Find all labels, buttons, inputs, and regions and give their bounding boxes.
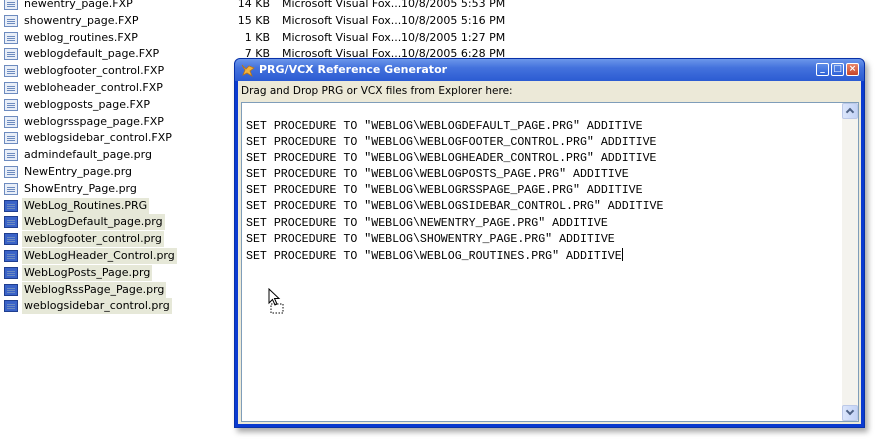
file-name: weblogfooter_control.prg: [22, 231, 164, 248]
text-file-icon: [4, 300, 18, 313]
file-name: ShowEntry_Page.prg: [24, 181, 137, 195]
file-name: WebLogHeader_Control.prg: [22, 248, 177, 264]
code-output-textarea[interactable]: SET PROCEDURE TO "WEBLOG\WEBLOGDEFAULT_P…: [241, 102, 859, 422]
text-file-icon: [4, 115, 18, 128]
drop-instructions-label: Drag and Drop PRG or VCX files from Expl…: [241, 85, 513, 97]
file-type: Microsoft Visual Fox...: [282, 0, 402, 10]
file-row[interactable]: weblog_routines.FXP 1 KB Microsoft Visual …: [0, 30, 520, 46]
close-button[interactable]: ×: [846, 63, 859, 76]
text-file-icon: [4, 266, 18, 279]
file-name: weblogposts_page.FXP: [24, 97, 150, 111]
scroll-down-arrow-icon[interactable]: [842, 405, 858, 421]
code-line: SET PROCEDURE TO "WEBLOG\SHOWENTRY_PAGE.…: [246, 232, 663, 248]
file-name: weblogfooter_control.FXP: [24, 64, 165, 78]
code-output-text: SET PROCEDURE TO "WEBLOG\WEBLOGDEFAULT_P…: [246, 119, 663, 265]
file-size: 15 KB: [237, 13, 270, 27]
text-file-icon: [4, 216, 18, 229]
title-bar[interactable]: PRG/VCX Reference Generator _ □ ×: [235, 59, 864, 81]
file-size: 1 KB: [244, 30, 270, 44]
text-file-icon: [4, 31, 18, 44]
code-line: SET PROCEDURE TO "WEBLOG\WEBLOGRSSPAGE_P…: [246, 183, 663, 199]
text-file-icon: [4, 199, 18, 212]
fox-app-icon: [241, 64, 255, 77]
file-date: 10/8/2005 5:53 PM: [401, 0, 506, 10]
reference-generator-window: PRG/VCX Reference Generator _ □ × Drag a…: [234, 58, 865, 428]
code-line-text: SET PROCEDURE TO "WEBLOG\WEBLOGDEFAULT_P…: [246, 120, 643, 133]
code-line-text: SET PROCEDURE TO "WEBLOG\WEBLOG_ROUTINES…: [246, 249, 622, 263]
drag-copy-cursor-icon: [268, 288, 284, 314]
file-name: WebLogDefault_page.prg: [22, 214, 165, 231]
text-file-icon: [4, 166, 18, 178]
code-line: SET PROCEDURE TO "WEBLOG\WEBLOGSIDEBAR_C…: [246, 199, 663, 215]
text-caret: [621, 247, 623, 261]
text-file-icon: [4, 233, 18, 246]
file-type: Microsoft Visual Fox...: [282, 30, 402, 44]
text-file-icon: [4, 14, 18, 27]
file-name: WeblogRssPage_Page.prg: [22, 281, 167, 298]
maximize-button[interactable]: □: [831, 63, 844, 76]
file-date: 10/8/2005 1:27 PM: [401, 30, 506, 44]
vertical-scrollbar[interactable]: [842, 103, 858, 421]
code-line-text: SET PROCEDURE TO "WEBLOG\WEBLOGPOSTS_PAG…: [246, 168, 629, 182]
file-name: webloheader_control.FXP: [24, 81, 163, 94]
text-file-icon: [4, 283, 18, 296]
scroll-up-arrow-icon[interactable]: [842, 103, 858, 119]
minimize-button[interactable]: _: [816, 63, 829, 76]
text-file-icon: [4, 65, 18, 78]
text-file-icon: [4, 250, 18, 262]
text-file-icon: [4, 82, 18, 94]
file-name: WebLog_Routines.PRG: [22, 197, 150, 214]
file-name: newentry_page.FXP: [24, 0, 133, 10]
code-line-text: SET PROCEDURE TO "WEBLOG\WEBLOGFOOTER_CO…: [246, 136, 657, 150]
file-date: 10/8/2005 5:16 PM: [401, 13, 506, 27]
file-name: weblogrsspage_page.FXP: [24, 114, 164, 128]
file-name: admindefault_page.prg: [24, 148, 152, 162]
code-line: SET PROCEDURE TO "WEBLOG\WEBLOG_ROUTINES…: [246, 247, 663, 265]
file-size: 14 KB: [237, 0, 270, 10]
code-line: SET PROCEDURE TO "WEBLOG\NEWENTRY_PAGE.P…: [246, 216, 663, 232]
code-line: SET PROCEDURE TO "WEBLOG\WEBLOGFOOTER_CO…: [246, 135, 663, 151]
file-name: WebLogPosts_Page.prg: [22, 264, 153, 281]
text-file-icon: [4, 0, 18, 10]
file-type: Microsoft Visual Fox...: [282, 13, 402, 27]
code-line-text: SET PROCEDURE TO "WEBLOG\NEWENTRY_PAGE.P…: [246, 216, 608, 230]
code-line: SET PROCEDURE TO "WEBLOG\WEBLOGPOSTS_PAG…: [246, 167, 663, 183]
file-name: weblogsidebar_control.prg: [22, 298, 172, 315]
text-file-icon: [4, 132, 18, 145]
code-line: SET PROCEDURE TO "WEBLOG\WEBLOGDEFAULT_P…: [246, 119, 663, 135]
window-title: PRG/VCX Reference Generator: [259, 63, 448, 76]
code-line-text: SET PROCEDURE TO "WEBLOG\SHOWENTRY_PAGE.…: [246, 232, 615, 246]
code-line-text: SET PROCEDURE TO "WEBLOG\WEBLOGHEADER_CO…: [246, 152, 657, 166]
file-name: showentry_page.FXP: [24, 13, 139, 27]
file-name: weblogdefault_page.FXP: [24, 47, 160, 61]
file-name: weblogsidebar_control.FXP: [24, 131, 172, 145]
code-line-text: SET PROCEDURE TO "WEBLOG\WEBLOGRSSPAGE_P…: [246, 184, 643, 198]
file-row[interactable]: showentry_page.FXP 15 KB Microsoft Visual …: [0, 13, 520, 29]
text-file-icon: [4, 98, 18, 111]
text-file-icon: [4, 182, 18, 195]
file-row[interactable]: newentry_page.FXP 14 KB Microsoft Visual F…: [0, 0, 520, 12]
file-name: NewEntry_page.prg: [24, 165, 133, 178]
text-file-icon: [4, 149, 18, 162]
code-line-text: SET PROCEDURE TO "WEBLOG\WEBLOGSIDEBAR_C…: [246, 200, 664, 214]
window-client-area: Drag and Drop PRG or VCX files from Expl…: [238, 81, 861, 424]
text-file-icon: [4, 48, 18, 61]
file-name: weblog_routines.FXP: [24, 30, 138, 44]
code-line: SET PROCEDURE TO "WEBLOG\WEBLOGHEADER_CO…: [246, 151, 663, 167]
